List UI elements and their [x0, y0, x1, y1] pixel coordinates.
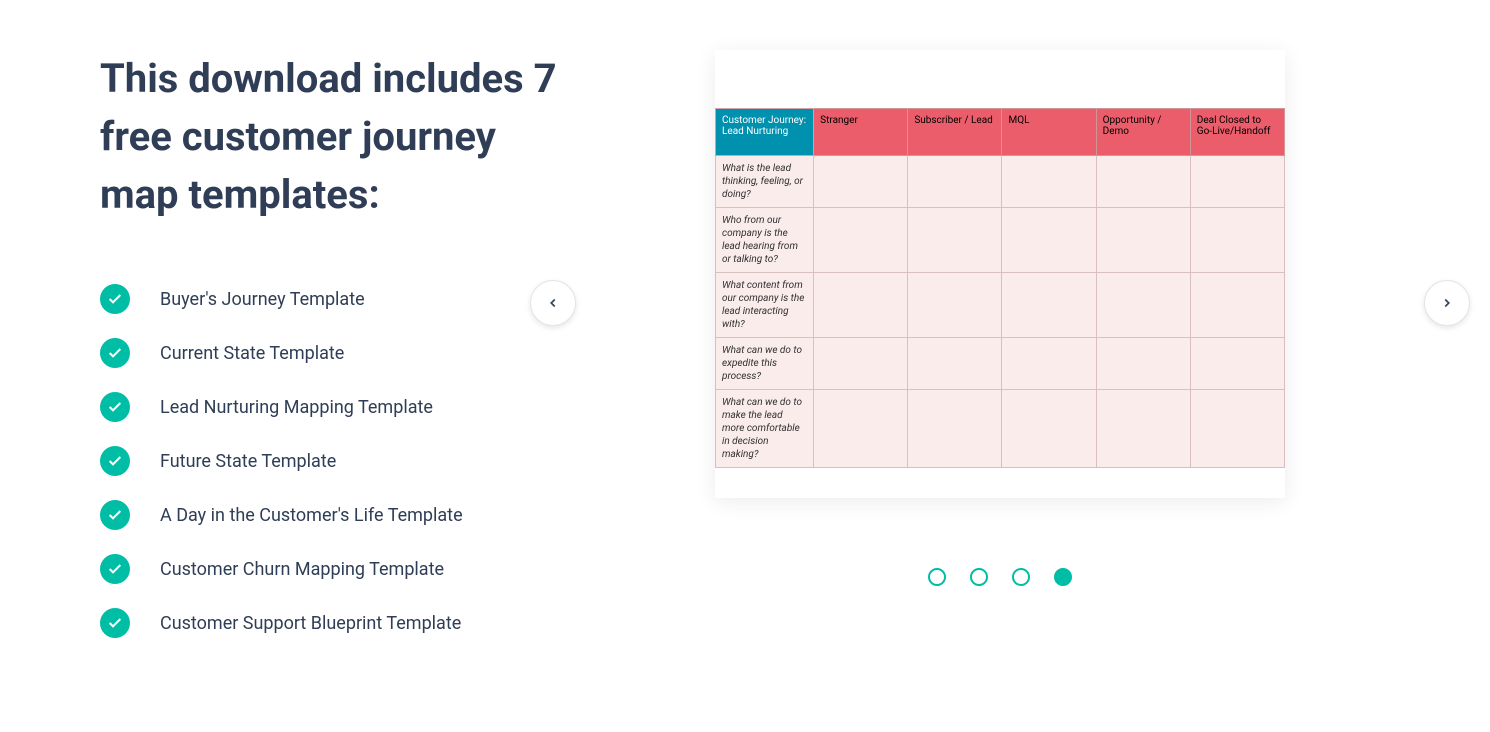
table-cell	[1002, 156, 1096, 208]
list-item: A Day in the Customer's Life Template	[100, 500, 560, 530]
carousel-next-button[interactable]	[1424, 280, 1470, 326]
check-icon	[100, 554, 130, 584]
table-column-header: Deal Closed to Go-Live/Handoff	[1190, 109, 1284, 156]
table-cell	[814, 156, 908, 208]
table-cell	[908, 390, 1002, 468]
list-item: Customer Churn Mapping Template	[100, 554, 560, 584]
main-container: This download includes 7 free customer j…	[0, 0, 1490, 712]
table-cell	[1190, 390, 1284, 468]
table-cell	[1002, 338, 1096, 390]
list-item: Customer Support Blueprint Template	[100, 608, 560, 638]
list-item: Current State Template	[100, 338, 560, 368]
list-item: Future State Template	[100, 446, 560, 476]
table-cell	[1002, 208, 1096, 273]
table-cell	[908, 273, 1002, 338]
feature-text: Customer Support Blueprint Template	[160, 613, 461, 634]
table-cell	[1096, 390, 1190, 468]
feature-text: Current State Template	[160, 343, 344, 364]
table-cell	[1096, 273, 1190, 338]
list-item: Buyer's Journey Template	[100, 284, 560, 314]
table-cell	[814, 390, 908, 468]
check-icon	[100, 284, 130, 314]
check-icon	[100, 608, 130, 638]
feature-text: A Day in the Customer's Life Template	[160, 505, 463, 526]
carousel-dot-3[interactable]	[1012, 568, 1030, 586]
table-cell	[1002, 273, 1096, 338]
page-title: This download includes 7 free customer j…	[100, 50, 560, 224]
chevron-left-icon	[546, 296, 560, 310]
check-icon	[100, 392, 130, 422]
table-row-header: What can we do to make the lead more com…	[716, 390, 814, 468]
table-cell	[1002, 390, 1096, 468]
list-item: Lead Nurturing Mapping Template	[100, 392, 560, 422]
feature-text: Buyer's Journey Template	[160, 289, 365, 310]
table-row: What is the lead thinking, feeling, or d…	[716, 156, 1285, 208]
table-cell	[908, 208, 1002, 273]
feature-list: Buyer's Journey Template Current State T…	[100, 284, 560, 638]
table-cell	[1190, 338, 1284, 390]
feature-text: Lead Nurturing Mapping Template	[160, 397, 433, 418]
table-column-header: Subscriber / Lead	[908, 109, 1002, 156]
table-cell	[908, 156, 1002, 208]
table-cell	[814, 273, 908, 338]
table-column-header: Opportunity / Demo	[1096, 109, 1190, 156]
check-icon	[100, 500, 130, 530]
table-cell	[1190, 273, 1284, 338]
carousel-prev-button[interactable]	[530, 280, 576, 326]
template-preview-card: Customer Journey: Lead Nurturing Strange…	[715, 50, 1285, 498]
table-row: What content from our company is the lea…	[716, 273, 1285, 338]
feature-text: Customer Churn Mapping Template	[160, 559, 444, 580]
table-cell	[1190, 156, 1284, 208]
table-cell	[814, 338, 908, 390]
table-cell	[1096, 156, 1190, 208]
table-cell	[1096, 338, 1190, 390]
table-row-header: Who from our company is the lead hearing…	[716, 208, 814, 273]
check-icon	[100, 338, 130, 368]
table-column-header: MQL	[1002, 109, 1096, 156]
check-icon	[100, 446, 130, 476]
preview-table: Customer Journey: Lead Nurturing Strange…	[715, 108, 1285, 468]
table-cell	[1190, 208, 1284, 273]
table-row: What can we do to expedite this process?	[716, 338, 1285, 390]
table-row: What can we do to make the lead more com…	[716, 390, 1285, 468]
table-cell	[908, 338, 1002, 390]
carousel-dot-1[interactable]	[928, 568, 946, 586]
table-corner-header: Customer Journey: Lead Nurturing	[716, 109, 814, 156]
table-cell	[814, 208, 908, 273]
table-cell	[1096, 208, 1190, 273]
carousel-dot-2[interactable]	[970, 568, 988, 586]
table-column-header: Stranger	[814, 109, 908, 156]
table-row-header: What content from our company is the lea…	[716, 273, 814, 338]
feature-text: Future State Template	[160, 451, 336, 472]
right-column: Customer Journey: Lead Nurturing Strange…	[610, 50, 1390, 662]
carousel-dots	[928, 568, 1072, 586]
carousel: Customer Journey: Lead Nurturing Strange…	[610, 50, 1390, 498]
table-row-header: What can we do to expedite this process?	[716, 338, 814, 390]
carousel-dot-4[interactable]	[1054, 568, 1072, 586]
table-row-header: What is the lead thinking, feeling, or d…	[716, 156, 814, 208]
left-column: This download includes 7 free customer j…	[100, 50, 560, 662]
chevron-right-icon	[1440, 296, 1454, 310]
table-row: Who from our company is the lead hearing…	[716, 208, 1285, 273]
